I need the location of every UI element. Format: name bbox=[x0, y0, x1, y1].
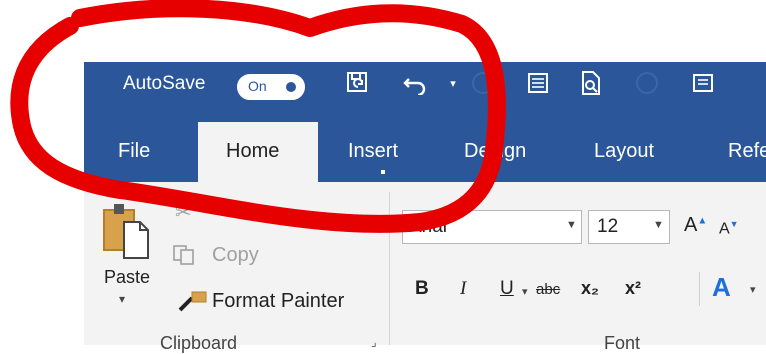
grow-font-icon[interactable]: A▲ bbox=[684, 214, 707, 237]
cut-button[interactable]: Cut bbox=[212, 198, 243, 221]
circle-placeholder-icon bbox=[472, 72, 494, 94]
circle-placeholder-icon bbox=[636, 72, 658, 94]
document-icon[interactable] bbox=[525, 70, 551, 96]
copy-button[interactable]: Copy bbox=[212, 244, 259, 267]
outside-area-top bbox=[84, 0, 766, 62]
toggle-knob bbox=[286, 82, 296, 92]
italic-button[interactable]: I bbox=[460, 278, 466, 300]
text-effects-icon[interactable]: A bbox=[712, 272, 731, 303]
paste-icon[interactable] bbox=[100, 200, 152, 262]
group-separator bbox=[699, 272, 700, 306]
superscript-button[interactable]: x² bbox=[625, 278, 641, 299]
clipboard-group-label: Clipboard bbox=[160, 333, 238, 353]
autosave-state: On bbox=[248, 78, 267, 94]
autosave-label: AutoSave bbox=[123, 73, 206, 94]
focus-dot bbox=[381, 170, 385, 174]
tab-layout[interactable]: Layout bbox=[594, 140, 654, 163]
tab-home-label[interactable]: Home bbox=[226, 140, 279, 163]
outside-area-left bbox=[0, 0, 84, 345]
tab-design[interactable]: Design bbox=[464, 140, 526, 163]
font-group-label: Font bbox=[604, 333, 641, 353]
font-size-dropdown-icon[interactable]: ▼ bbox=[653, 219, 664, 231]
format-painter-button[interactable]: Format Painter bbox=[212, 290, 344, 313]
scissors-icon: ✂ bbox=[175, 202, 192, 224]
font-name-value: Arial bbox=[409, 216, 448, 237]
underline-button[interactable]: U bbox=[500, 278, 514, 300]
ribbon-tabs bbox=[84, 122, 766, 182]
form-icon[interactable] bbox=[690, 70, 716, 96]
autosave-toggle[interactable]: On bbox=[237, 74, 305, 100]
copy-icon bbox=[173, 245, 194, 265]
paste-dropdown-icon[interactable]: ▾ bbox=[119, 292, 125, 306]
tab-insert[interactable]: Insert bbox=[348, 140, 398, 163]
tab-references[interactable]: Refe bbox=[728, 140, 766, 163]
font-size-value: 12 bbox=[597, 216, 619, 237]
print-preview-icon[interactable] bbox=[578, 70, 604, 96]
tab-file[interactable]: File bbox=[118, 140, 150, 163]
paste-button[interactable]: Paste bbox=[104, 267, 150, 288]
save-icon[interactable] bbox=[345, 70, 371, 96]
strikethrough-button[interactable]: abc bbox=[536, 281, 560, 298]
undo-dropdown-icon[interactable]: ▾ bbox=[440, 70, 466, 96]
undo-icon[interactable] bbox=[403, 70, 429, 96]
font-name-dropdown-icon[interactable]: ▼ bbox=[566, 219, 577, 231]
bold-button[interactable]: B bbox=[415, 278, 429, 300]
subscript-button[interactable]: x₂ bbox=[581, 278, 599, 299]
clipboard-launcher-icon[interactable]: ⌟ bbox=[371, 335, 377, 349]
group-separator bbox=[389, 192, 390, 345]
text-effects-dropdown-icon[interactable]: ▾ bbox=[750, 283, 756, 296]
format-painter-icon bbox=[178, 291, 207, 312]
underline-dropdown-icon[interactable]: ▾ bbox=[522, 285, 528, 298]
shrink-font-icon[interactable]: A▼ bbox=[719, 219, 739, 238]
